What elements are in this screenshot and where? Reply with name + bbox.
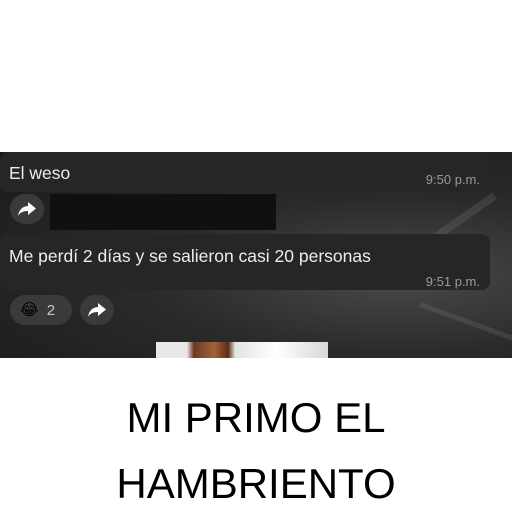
meme-caption-line1: MI PRIMO EL — [126, 394, 386, 441]
message-text: El weso — [9, 163, 71, 183]
image-preview[interactable] — [156, 342, 328, 358]
blurred-media — [50, 194, 276, 230]
forward-arrow-icon — [88, 303, 106, 317]
message-bubble[interactable] — [0, 152, 490, 192]
message-text: Me perdí 2 días y se salieron casi 20 pe… — [9, 246, 371, 266]
reaction-badge[interactable]: 😂 2 — [10, 295, 72, 325]
message-time: 9:50 p.m. — [425, 172, 480, 187]
message-time: 9:51 p.m. — [425, 274, 480, 289]
forward-button[interactable] — [80, 295, 114, 325]
chat-screenshot: El weso 9:50 p.m. Me perdí 2 días y se s… — [0, 152, 512, 358]
reaction-count: 2 — [46, 301, 56, 319]
background-streak — [419, 302, 512, 342]
forward-button[interactable] — [10, 194, 44, 224]
meme-caption-line2: HAMBRIENTO — [116, 460, 396, 507]
forward-arrow-icon — [18, 202, 36, 216]
laughing-emoji-icon: 😂 — [20, 302, 39, 319]
